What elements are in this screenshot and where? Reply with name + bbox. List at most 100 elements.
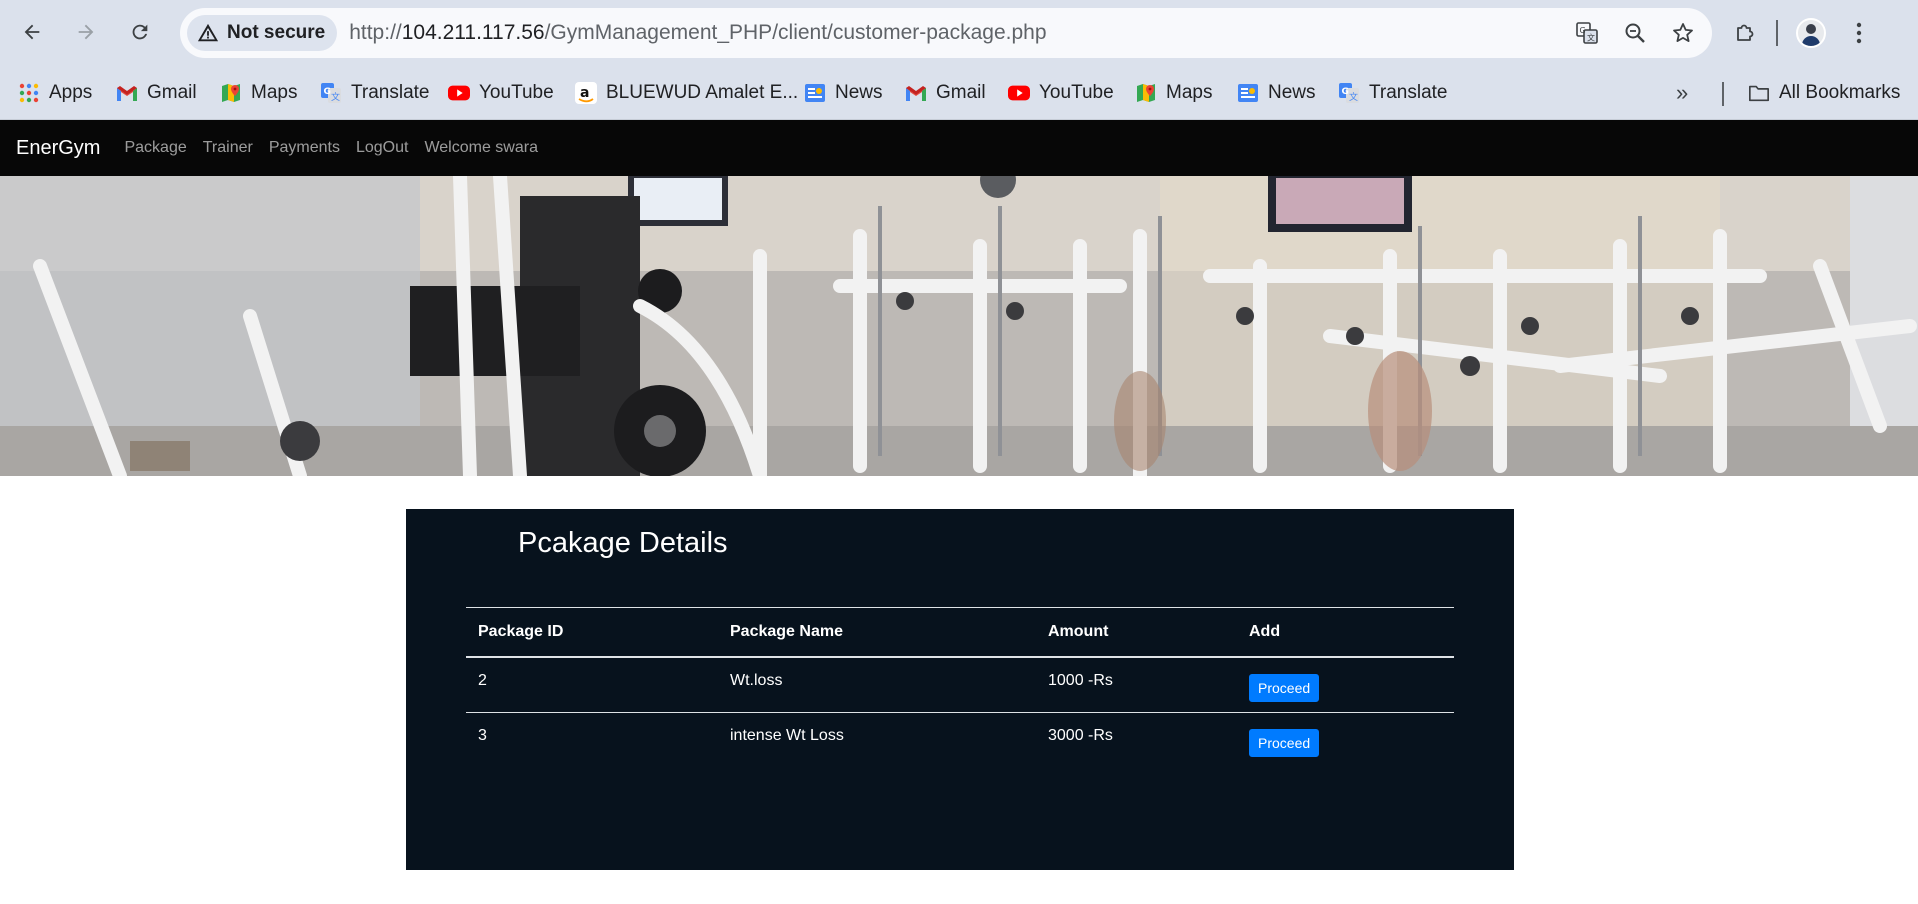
col-header-amount: Amount (1036, 607, 1237, 658)
bookmark-label: BLUEWUD Amalet E... (606, 82, 799, 103)
svg-text:文: 文 (1349, 91, 1358, 103)
bookmark-translate[interactable]: G文 Translate (320, 76, 430, 110)
maps-icon (220, 82, 242, 104)
toolbar-divider (1776, 20, 1778, 46)
table-row: 2 Wt.loss 1000 -Rs Proceed (466, 656, 1454, 713)
url-path: /GymManagement_PHP/client/customer-packa… (544, 21, 1047, 44)
brand-logo[interactable]: EnerGym (16, 137, 100, 160)
hero-gym-image (0, 176, 1918, 476)
url-prefix: http:// (349, 21, 402, 44)
col-header-package-id: Package ID (466, 607, 718, 658)
package-details-panel: Pcakage Details Package ID Package Name … (406, 509, 1514, 870)
col-header-add: Add (1237, 607, 1454, 658)
bookmark-news[interactable]: News (804, 76, 883, 110)
bookmark-label: Maps (1166, 82, 1213, 103)
svg-text:G: G (1580, 26, 1586, 35)
bookmark-bluewud[interactable]: a BLUEWUD Amalet E... (575, 76, 798, 110)
col-header-package-name: Package Name (718, 607, 1036, 658)
amazon-icon: a (575, 82, 597, 104)
cell-add: Proceed (1237, 656, 1454, 713)
nav-payments[interactable]: Payments (269, 139, 340, 157)
cell-package-name: Wt.loss (718, 656, 1036, 713)
bookmark-label: Apps (49, 82, 93, 103)
bookmark-label: News (835, 82, 883, 103)
bookmark-label: Translate (1369, 82, 1448, 103)
bookmark-maps[interactable]: Maps (220, 76, 297, 110)
security-label: Not secure (227, 22, 326, 43)
bookmark-label: Gmail (936, 82, 986, 103)
nav-links: Package Trainer Payments LogOut Welcome … (124, 139, 538, 157)
forward-button[interactable] (68, 14, 104, 50)
warning-icon (197, 23, 219, 42)
translate-page-icon[interactable]: G文 (1574, 20, 1600, 46)
menu-kebab-icon[interactable] (1846, 20, 1872, 46)
profile-avatar[interactable] (1796, 18, 1826, 48)
bookmark-label: Maps (251, 82, 298, 103)
bookmark-apps[interactable]: Apps (18, 76, 92, 110)
browser-toolbar: Not secure http://104.211.117.56/GymMana… (0, 0, 1918, 66)
cell-package-id: 2 (466, 656, 718, 713)
table-header-row: Package ID Package Name Amount Add (466, 607, 1454, 658)
nav-logout[interactable]: LogOut (356, 139, 408, 157)
bookmark-label: Gmail (147, 82, 197, 103)
bookmark-label: YouTube (479, 82, 554, 103)
cell-package-id: 3 (478, 727, 487, 744)
chevron-double-right-icon[interactable]: » (1676, 80, 1688, 106)
svg-text:a: a (580, 85, 589, 101)
panel-title: Pcakage Details (518, 527, 728, 559)
translate-icon: G文 (320, 82, 342, 104)
cell-add: Proceed (1237, 713, 1454, 769)
translate-icon: G文 (1338, 82, 1360, 104)
bookmarks-divider (1722, 82, 1724, 106)
news-icon (1237, 82, 1259, 104)
svg-text:G: G (324, 87, 331, 97)
svg-text:文: 文 (331, 91, 340, 103)
back-arrow-icon (24, 24, 40, 40)
back-button[interactable] (14, 14, 50, 50)
bookmark-maps-2[interactable]: Maps (1135, 76, 1212, 110)
bookmark-label: YouTube (1039, 82, 1114, 103)
svg-text:文: 文 (1587, 33, 1595, 43)
zoom-icon[interactable] (1622, 20, 1648, 46)
cell-amount: 3000 -Rs (1048, 727, 1113, 744)
bookmark-youtube[interactable]: YouTube (448, 76, 554, 110)
all-bookmarks-button[interactable]: All Bookmarks (1748, 76, 1900, 110)
proceed-button[interactable]: Proceed (1249, 673, 1320, 702)
news-icon (804, 82, 826, 104)
reload-button[interactable] (122, 14, 158, 50)
forward-arrow-icon (78, 24, 94, 40)
cell-package-name: intense Wt Loss (730, 727, 844, 744)
apps-grid-icon (18, 82, 40, 104)
bookmark-translate-2[interactable]: G文 Translate (1338, 76, 1448, 110)
bookmark-star-icon[interactable] (1670, 20, 1696, 46)
url-text: http://104.211.117.56/GymManagement_PHP/… (349, 21, 1046, 45)
all-bookmarks-label: All Bookmarks (1779, 82, 1901, 103)
bookmark-label: News (1268, 82, 1316, 103)
bookmarks-bar: Apps Gmail Maps G文 Translate YouTube a B… (0, 66, 1918, 120)
youtube-icon (1008, 82, 1030, 104)
address-bar[interactable]: Not secure http://104.211.117.56/GymMana… (180, 8, 1712, 58)
bookmark-gmail[interactable]: Gmail (116, 76, 197, 110)
youtube-icon (448, 82, 470, 104)
folder-icon (1748, 82, 1770, 104)
bookmark-news-2[interactable]: News (1237, 76, 1316, 110)
site-info-chip[interactable]: Not secure (187, 15, 338, 51)
gmail-icon (905, 82, 927, 104)
site-navbar: EnerGym Package Trainer Payments LogOut … (0, 120, 1918, 176)
svg-text:G: G (1342, 87, 1349, 97)
welcome-user-text: Welcome swara (424, 139, 538, 156)
nav-package[interactable]: Package (124, 139, 186, 157)
table-row: 3 intense Wt Loss 3000 -Rs Proceed (466, 713, 1454, 769)
extensions-puzzle-icon[interactable] (1732, 20, 1758, 46)
cell-amount: 1000 -Rs (1036, 656, 1237, 713)
bookmark-label: Translate (351, 82, 430, 103)
packages-table: Package ID Package Name Amount Add 2 Wt.… (466, 607, 1454, 769)
maps-icon (1135, 82, 1157, 104)
bookmark-youtube-2[interactable]: YouTube (1008, 76, 1114, 110)
reload-icon (132, 24, 148, 40)
bookmark-gmail-2[interactable]: Gmail (905, 76, 986, 110)
url-host: 104.211.117.56 (401, 21, 545, 44)
proceed-button[interactable]: Proceed (1249, 729, 1320, 757)
gmail-icon (116, 82, 138, 104)
nav-trainer[interactable]: Trainer (203, 139, 253, 157)
